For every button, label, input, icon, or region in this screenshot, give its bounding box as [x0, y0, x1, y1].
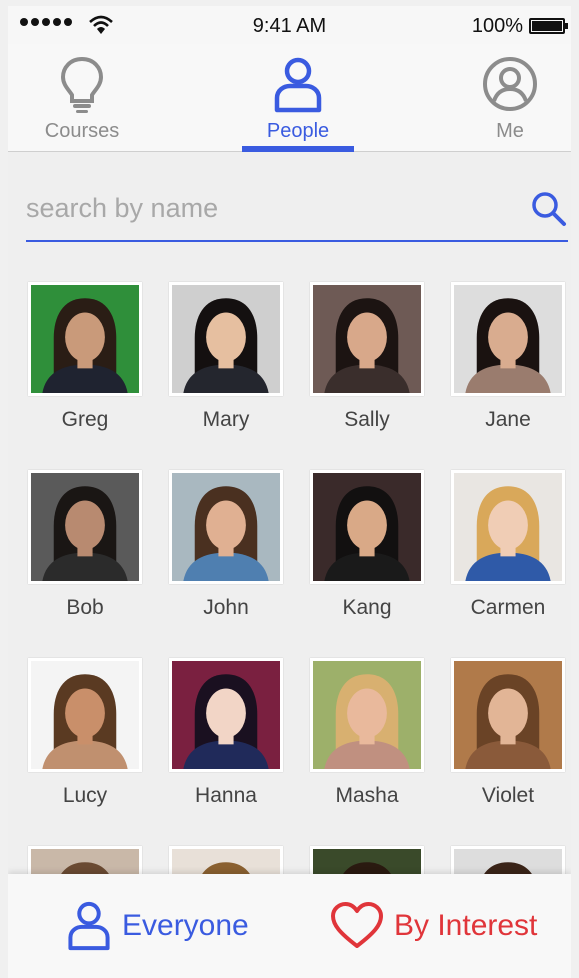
battery-icon: [529, 18, 568, 34]
person-card[interactable]: John: [156, 470, 296, 620]
person-card[interactable]: Hanna: [156, 658, 296, 808]
avatar: [310, 282, 424, 396]
by-interest-filter-button[interactable]: By Interest: [330, 896, 537, 956]
search-icon[interactable]: [530, 190, 568, 228]
heart-icon: [331, 902, 383, 948]
person-name: Jane: [485, 408, 531, 431]
avatar: [28, 282, 142, 396]
tab-label: People: [266, 120, 330, 142]
avatar: [451, 470, 565, 584]
person-card[interactable]: Sally: [297, 282, 437, 432]
by-interest-label: By Interest: [394, 909, 538, 942]
person-name: Lucy: [62, 784, 108, 807]
tab-courses[interactable]: Courses: [12, 44, 152, 152]
person-name: Kang: [342, 596, 392, 619]
app-screen: 9:41 AM 100% Courses People Me search by…: [8, 6, 571, 978]
tab-me[interactable]: Me: [440, 44, 571, 152]
person-card[interactable]: Carmen: [438, 470, 571, 620]
person-name: Masha: [335, 784, 399, 807]
avatar: [310, 658, 424, 772]
person-card[interactable]: Jane: [438, 282, 571, 432]
avatar: [451, 658, 565, 772]
tab-label: Courses: [44, 120, 120, 142]
person-card[interactable]: Masha: [297, 658, 437, 808]
person-icon: [68, 901, 110, 951]
person-name: Carmen: [470, 596, 546, 619]
person-card[interactable]: Lucy: [15, 658, 155, 808]
top-tab-bar: Courses People Me: [8, 44, 571, 152]
avatar: [169, 470, 283, 584]
status-bar: 9:41 AM 100%: [8, 6, 571, 44]
avatar: [169, 658, 283, 772]
user-circle-icon: [483, 57, 537, 111]
person-name: Hanna: [195, 784, 257, 807]
person-name: John: [203, 596, 249, 619]
person-card[interactable]: Bob: [15, 470, 155, 620]
person-card[interactable]: Violet: [438, 658, 571, 808]
everyone-filter-button[interactable]: Everyone: [66, 896, 249, 956]
person-name: Bob: [66, 596, 104, 619]
person-name: Violet: [481, 784, 535, 807]
tab-people[interactable]: People: [228, 44, 368, 152]
person-card[interactable]: Mary: [156, 282, 296, 432]
person-card[interactable]: Greg: [15, 282, 155, 432]
everyone-label: Everyone: [122, 909, 249, 942]
search-input[interactable]: [26, 188, 506, 228]
person-card[interactable]: Kang: [297, 470, 437, 620]
person-name: Greg: [61, 408, 109, 431]
battery-percentage: 100%: [471, 15, 523, 37]
avatar: [28, 658, 142, 772]
bottom-filter-bar: Everyone By Interest: [8, 874, 571, 978]
person-name: Sally: [344, 408, 390, 431]
person-name: Mary: [202, 408, 250, 431]
search-bar: [26, 182, 568, 242]
avatar: [28, 470, 142, 584]
active-tab-indicator: [242, 146, 354, 152]
tab-label: Me: [496, 120, 524, 142]
avatar: [169, 282, 283, 396]
person-icon: [274, 57, 322, 113]
avatar: [451, 282, 565, 396]
lightbulb-icon: [60, 56, 104, 113]
avatar: [310, 470, 424, 584]
